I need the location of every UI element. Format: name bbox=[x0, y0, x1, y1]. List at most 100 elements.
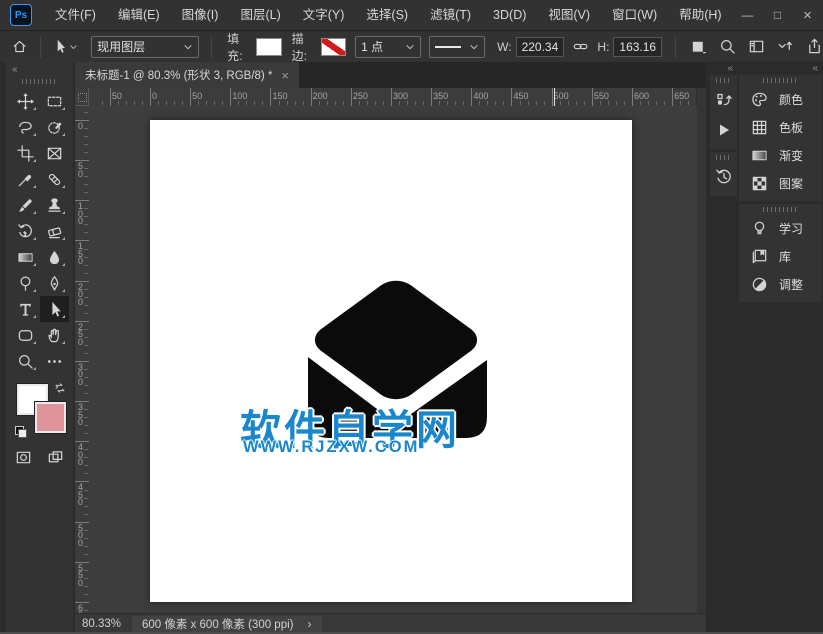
stroke-swatch[interactable] bbox=[321, 38, 346, 56]
panel-tab-libraries[interactable]: 库 bbox=[739, 242, 822, 270]
ruler-minor-tick bbox=[84, 184, 88, 185]
zoom-tool-button[interactable] bbox=[11, 348, 40, 374]
panel-tab-layer-comps[interactable] bbox=[710, 85, 737, 115]
panel-tab-color[interactable]: 颜色 bbox=[739, 85, 822, 113]
ruler-minor-tick bbox=[447, 101, 448, 105]
frame-tool-button[interactable] bbox=[40, 140, 69, 166]
document-info[interactable]: 600 像素 x 600 像素 (300 ppi) › bbox=[132, 616, 322, 632]
minimize-button[interactable]: — bbox=[733, 3, 763, 27]
background-color-swatch[interactable] bbox=[35, 402, 66, 433]
crop-tool-button[interactable] bbox=[11, 140, 40, 166]
ruler-label: 650 bbox=[674, 91, 689, 101]
ruler-minor-tick bbox=[158, 101, 159, 105]
tool-preset-dropdown[interactable]: 现用图层 bbox=[91, 36, 199, 58]
menubar-item-2[interactable]: 图像(I) bbox=[171, 0, 230, 30]
path-selection-tool-button[interactable] bbox=[40, 296, 69, 322]
horizontal-ruler[interactable]: 5005010015020025030035040045050055060065… bbox=[89, 88, 697, 107]
menubar-item-4[interactable]: 文字(Y) bbox=[292, 0, 356, 30]
link-dimensions-icon[interactable] bbox=[573, 38, 588, 55]
marquee-tool-button[interactable] bbox=[40, 88, 69, 114]
current-tool-icon[interactable] bbox=[52, 38, 67, 55]
brush-tool-button[interactable] bbox=[11, 192, 40, 218]
dodge-tool-button[interactable] bbox=[11, 270, 40, 296]
eyedropper-tool-button[interactable] bbox=[11, 166, 40, 192]
shape-width-field[interactable]: 220.34 bbox=[516, 37, 565, 57]
menubar-item-6[interactable]: 滤镜(T) bbox=[419, 0, 482, 30]
shape-tool-button[interactable] bbox=[11, 322, 40, 348]
vertical-ruler[interactable]: 050100150200250300350400450500550600 bbox=[75, 106, 90, 614]
edit-toolbar-button[interactable] bbox=[40, 348, 69, 374]
history-brush-tool-button[interactable] bbox=[11, 218, 40, 244]
share-icon[interactable] bbox=[806, 38, 823, 55]
panel-tab-gradients[interactable]: 渐变 bbox=[739, 141, 822, 169]
menubar-item-9[interactable]: 窗口(W) bbox=[601, 0, 668, 30]
menubar-item-1[interactable]: 编辑(E) bbox=[107, 0, 171, 30]
tool-preset-chevron-icon[interactable] bbox=[69, 42, 78, 52]
tab-close-icon[interactable]: × bbox=[281, 69, 289, 82]
dock-collapse[interactable]: « bbox=[739, 62, 822, 75]
menubar-item-7[interactable]: 3D(D) bbox=[482, 0, 537, 30]
menubar-item-5[interactable]: 选择(S) bbox=[355, 0, 419, 30]
panel-tab-history[interactable] bbox=[710, 162, 737, 192]
clone-stamp-tool-button[interactable] bbox=[40, 192, 69, 218]
scrollbar-gutter[interactable] bbox=[696, 88, 706, 614]
fill-swatch[interactable] bbox=[256, 38, 281, 56]
pen-tool-button[interactable] bbox=[40, 270, 69, 296]
shape-mode-icon[interactable] bbox=[690, 38, 707, 55]
panel-tab-learn[interactable]: 学习 bbox=[739, 214, 822, 242]
menubar-item-8[interactable]: 视图(V) bbox=[537, 0, 601, 30]
panel-tab-patterns[interactable]: 图案 bbox=[739, 169, 822, 197]
canvas[interactable]: 软件自学网 WWW.RJZXW.COM bbox=[150, 120, 632, 602]
options-overflow-icon[interactable] bbox=[777, 38, 794, 55]
dock-collapse[interactable]: « bbox=[710, 62, 737, 75]
workspace-switcher-icon[interactable] bbox=[748, 38, 765, 55]
ruler-label: 350 bbox=[78, 404, 83, 427]
gradient-tool-button[interactable] bbox=[11, 244, 40, 270]
move-tool-button[interactable] bbox=[11, 88, 40, 114]
ruler-minor-tick bbox=[295, 101, 296, 105]
ruler-label: 400 bbox=[473, 91, 488, 101]
screen-mode-button[interactable] bbox=[43, 446, 69, 468]
ruler-minor-tick bbox=[198, 101, 199, 105]
stroke-width-dropdown[interactable]: 1 点 bbox=[355, 36, 420, 58]
titlebar: Ps 文件(F)编辑(E)图像(I)图层(L)文字(Y)选择(S)滤镜(T)3D… bbox=[0, 0, 823, 31]
document-tab-title: 未标题-1 @ 80.3% (形状 3, RGB/8) * bbox=[85, 67, 272, 83]
quick-mask-button[interactable] bbox=[11, 446, 37, 468]
blur-tool-button[interactable] bbox=[40, 244, 69, 270]
search-icon[interactable] bbox=[719, 38, 736, 55]
panel-tab-adjustments[interactable]: 调整 bbox=[739, 270, 822, 298]
stroke-width-value: 1 点 bbox=[361, 38, 383, 55]
panel-tab-actions[interactable] bbox=[710, 115, 737, 145]
hand-tool-button[interactable] bbox=[40, 322, 69, 348]
stroke-type-dropdown[interactable] bbox=[429, 36, 486, 58]
eraser-tool-button[interactable] bbox=[40, 218, 69, 244]
ruler-minor-tick bbox=[84, 409, 88, 410]
swap-colors-icon[interactable] bbox=[54, 382, 66, 394]
object-selection-tool-button[interactable] bbox=[40, 114, 69, 140]
menubar-item-10[interactable]: 帮助(H) bbox=[668, 0, 732, 30]
ruler-tick bbox=[351, 88, 352, 106]
ruler-origin-corner[interactable] bbox=[75, 88, 89, 106]
menubar-item-3[interactable]: 图层(L) bbox=[229, 0, 291, 30]
menubar-item-0[interactable]: 文件(F) bbox=[44, 0, 107, 30]
ruler-minor-tick bbox=[688, 101, 689, 105]
default-colors-icon[interactable] bbox=[15, 426, 27, 438]
document-tab[interactable]: 未标题-1 @ 80.3% (形状 3, RGB/8) * × bbox=[75, 62, 299, 88]
ruler-minor-tick bbox=[319, 101, 320, 105]
zoom-tool-icon bbox=[17, 353, 34, 370]
healing-brush-tool-button[interactable] bbox=[40, 166, 69, 192]
ruler-tick bbox=[431, 88, 432, 106]
maximize-button[interactable]: □ bbox=[763, 3, 793, 27]
status-chevron-icon[interactable]: › bbox=[308, 617, 312, 631]
close-button[interactable]: × bbox=[793, 3, 823, 27]
shape-height-field[interactable]: 163.16 bbox=[613, 37, 662, 57]
divider bbox=[211, 36, 212, 58]
type-tool-button[interactable] bbox=[11, 296, 40, 322]
ruler-minor-tick bbox=[84, 538, 88, 539]
zoom-level-field[interactable]: 80.33% bbox=[82, 618, 126, 630]
home-icon[interactable] bbox=[12, 38, 27, 55]
panel-tab-swatches[interactable]: 色板 bbox=[739, 113, 822, 141]
ruler-minor-tick bbox=[84, 257, 88, 258]
lasso-tool-button[interactable] bbox=[11, 114, 40, 140]
toolbar-collapse[interactable]: « bbox=[6, 62, 73, 76]
